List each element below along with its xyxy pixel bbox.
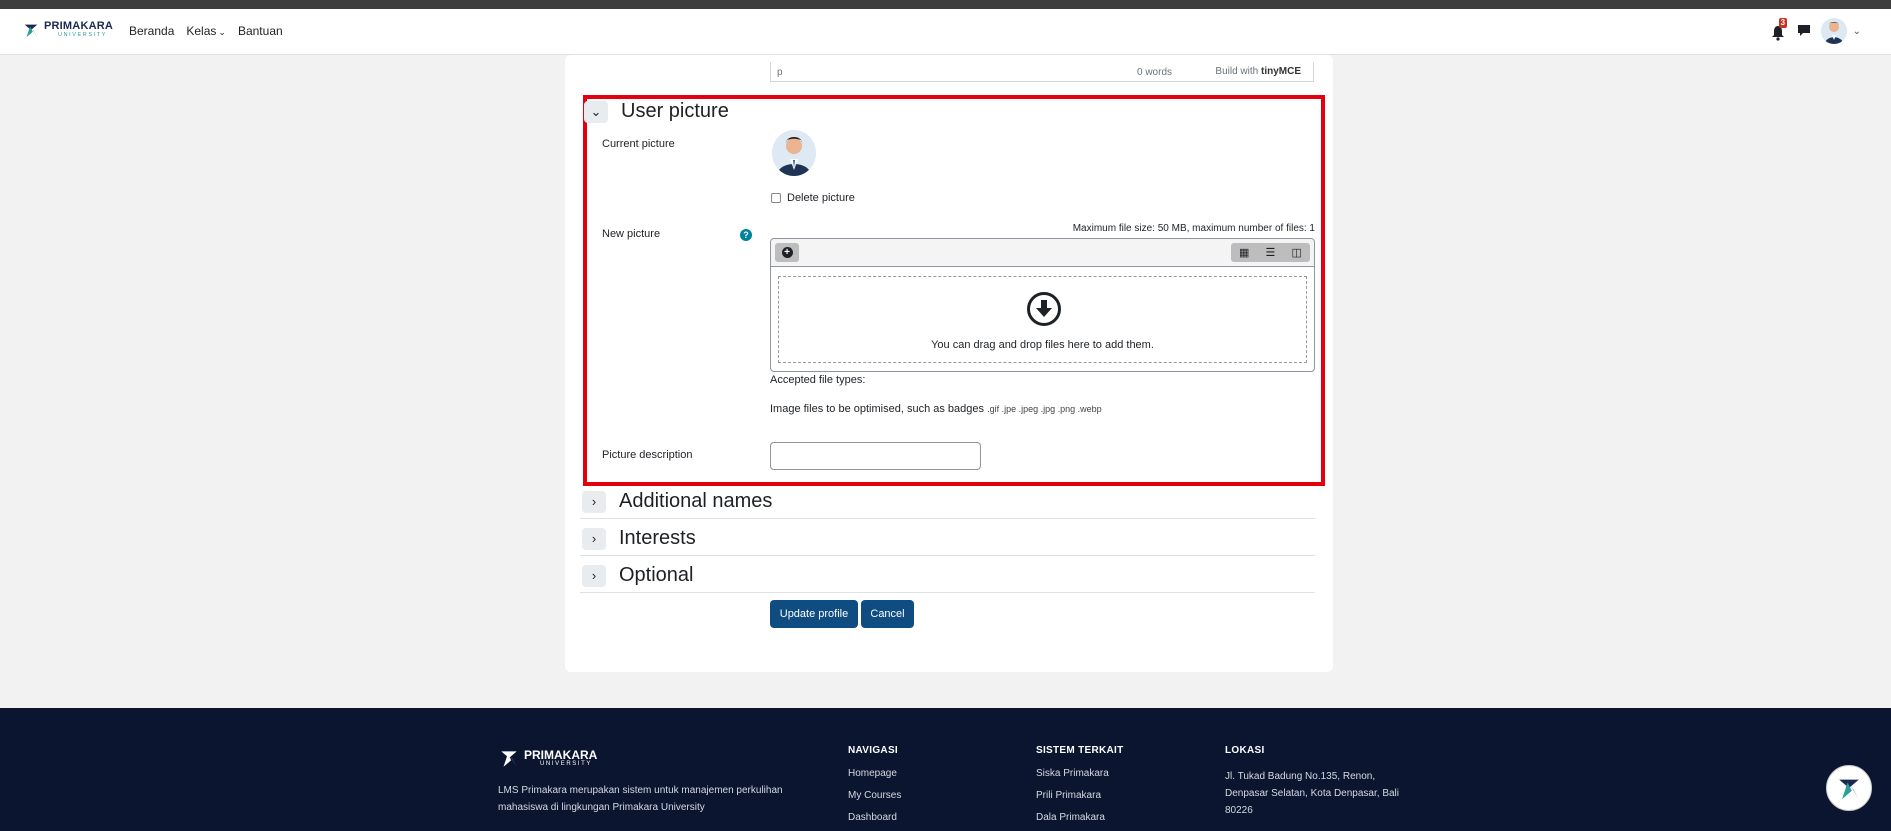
- file-types-description: Image files to be optimised, such as bad…: [770, 403, 985, 415]
- current-picture-label: Current picture: [602, 138, 675, 150]
- build-with-text: Build with: [1215, 66, 1259, 77]
- picture-description-input[interactable]: [770, 442, 981, 470]
- section-interests-header[interactable]: › Interests: [582, 527, 696, 550]
- tinymce-brand: tinyMCE: [1261, 66, 1301, 77]
- chat-bubble-icon: [1797, 24, 1810, 36]
- footer-brand-name: PRIMAKARA: [524, 748, 598, 762]
- expand-chevron-icon[interactable]: ›: [582, 564, 606, 587]
- nav-kelas[interactable]: Kelas ⌄: [186, 24, 226, 38]
- tree-view-icon[interactable]: ◫: [1292, 246, 1302, 259]
- drop-hint-text: You can drag and drop files here to add …: [931, 339, 1154, 351]
- primakara-logo-icon: [1839, 779, 1859, 800]
- notification-count-badge: 3: [1778, 18, 1788, 28]
- footer-link-my-courses[interactable]: My Courses: [848, 790, 901, 801]
- footer-address: Jl. Tukad Badung No.135, Renon, Denpasar…: [1225, 771, 1399, 816]
- user-nav: 3 ⌄: [1771, 18, 1861, 44]
- footer-nav-heading: NAVIGASI: [848, 745, 898, 756]
- nav-beranda[interactable]: Beranda: [129, 24, 174, 38]
- section-title-user-picture: User picture: [621, 100, 729, 122]
- accepted-file-types-label: Accepted file types:: [770, 374, 866, 386]
- file-types-extensions: .gif .jpe .jpeg .jpg .png .webp: [987, 404, 1102, 414]
- file-drop-zone[interactable]: You can drag and drop files here to add …: [778, 276, 1307, 363]
- section-optional-header[interactable]: › Optional: [582, 564, 694, 587]
- picture-description-label: Picture description: [602, 449, 693, 461]
- grid-view-icon[interactable]: ▦: [1239, 246, 1249, 259]
- footer-nav-column: NAVIGASI Homepage My Courses Dashboard: [848, 745, 901, 831]
- footer-brand-subtitle: UNIVERSITY: [540, 761, 593, 767]
- brand-subtitle: UNIVERSITY: [58, 32, 108, 39]
- section-title-interests: Interests: [619, 527, 696, 549]
- expand-chevron-icon[interactable]: ›: [582, 527, 606, 550]
- site-logo[interactable]: PRIMAKARA UNIVERSITY: [22, 21, 113, 39]
- user-menu-chevron-icon[interactable]: ⌄: [1853, 26, 1861, 37]
- notifications-button[interactable]: 3: [1771, 18, 1788, 41]
- footer-about-text: LMS Primakara merupakan sistem untuk man…: [498, 785, 783, 813]
- footer-systems-heading: SISTEM TERKAIT: [1036, 745, 1124, 756]
- messages-button[interactable]: [1797, 23, 1811, 40]
- delete-picture-label[interactable]: Delete picture: [787, 192, 855, 204]
- chevron-down-icon: ⌄: [218, 27, 226, 37]
- delete-picture-checkbox[interactable]: [771, 193, 781, 203]
- editor-path[interactable]: p: [777, 67, 783, 78]
- update-profile-button[interactable]: Update profile: [770, 600, 858, 628]
- footer-link-siska[interactable]: Siska Primakara: [1036, 768, 1124, 779]
- primary-nav: Beranda Kelas ⌄ Bantuan: [129, 24, 283, 38]
- help-icon[interactable]: ?: [740, 229, 752, 241]
- primakara-logo-icon: [501, 751, 517, 767]
- top-navbar: PRIMAKARA UNIVERSITY Beranda Kelas ⌄ Bant…: [0, 9, 1891, 55]
- browser-top-strip: [0, 0, 1891, 9]
- footer-systems-column: SISTEM TERKAIT Siska Primakara Prili Pri…: [1036, 745, 1124, 831]
- view-switcher: ▦ ☰ ◫: [1231, 243, 1310, 262]
- plus-icon: +: [781, 247, 793, 258]
- footer-link-homepage[interactable]: Homepage: [848, 768, 901, 779]
- site-footer: PRIMAKARA UNIVERSITY LMS Primakara merup…: [0, 708, 1891, 831]
- footer-link-prili[interactable]: Prili Primakara: [1036, 790, 1124, 801]
- add-file-button[interactable]: +: [775, 243, 799, 262]
- cancel-button[interactable]: Cancel: [861, 600, 914, 628]
- editor-branding[interactable]: Build with tinyMCE: [1215, 66, 1301, 77]
- primakara-logo-icon: [22, 21, 40, 39]
- delete-picture-row: Delete picture: [771, 192, 855, 204]
- section-additional-names-header[interactable]: › Additional names: [582, 490, 772, 513]
- user-avatar[interactable]: [1820, 18, 1847, 44]
- max-file-size-text: Maximum file size: 50 MB, maximum number…: [1072, 223, 1315, 234]
- floating-logo-button[interactable]: [1826, 765, 1872, 811]
- footer-location-column: LOKASI Jl. Tukad Badung No.135, Renon, D…: [1225, 745, 1405, 819]
- section-title-additional-names: Additional names: [619, 490, 773, 512]
- current-picture: [772, 130, 816, 176]
- section-divider: [580, 518, 1315, 519]
- collapse-chevron-icon[interactable]: ⌄: [584, 100, 608, 123]
- nav-kelas-label: Kelas: [186, 24, 217, 38]
- footer-link-dala[interactable]: Dala Primakara: [1036, 812, 1124, 823]
- file-picker-toolbar: + ▦ ☰ ◫: [771, 239, 1314, 267]
- download-arrow-icon: [1027, 292, 1061, 326]
- file-picker: + ▦ ☰ ◫ You can drag and drop files here…: [770, 238, 1315, 372]
- brand-name: PRIMAKARA: [44, 20, 114, 33]
- section-title-optional: Optional: [619, 564, 694, 586]
- section-user-picture-header[interactable]: ⌄ User picture: [584, 100, 729, 123]
- new-picture-label: New picture: [602, 228, 661, 240]
- editor-statusbar: p 0 words Build with tinyMCE: [770, 62, 1314, 82]
- section-divider: [580, 555, 1315, 556]
- footer-logo: PRIMAKARA UNIVERSITY: [498, 747, 597, 769]
- footer-location-heading: LOKASI: [1225, 745, 1265, 756]
- list-view-icon[interactable]: ☰: [1266, 246, 1276, 259]
- nav-bantuan[interactable]: Bantuan: [238, 24, 283, 38]
- footer-link-dashboard[interactable]: Dashboard: [848, 812, 901, 823]
- section-divider: [580, 592, 1315, 593]
- accepted-file-types: Image files to be optimised, such as bad…: [770, 403, 1102, 415]
- expand-chevron-icon[interactable]: ›: [582, 490, 606, 513]
- editor-word-count: 0 words: [1136, 67, 1172, 78]
